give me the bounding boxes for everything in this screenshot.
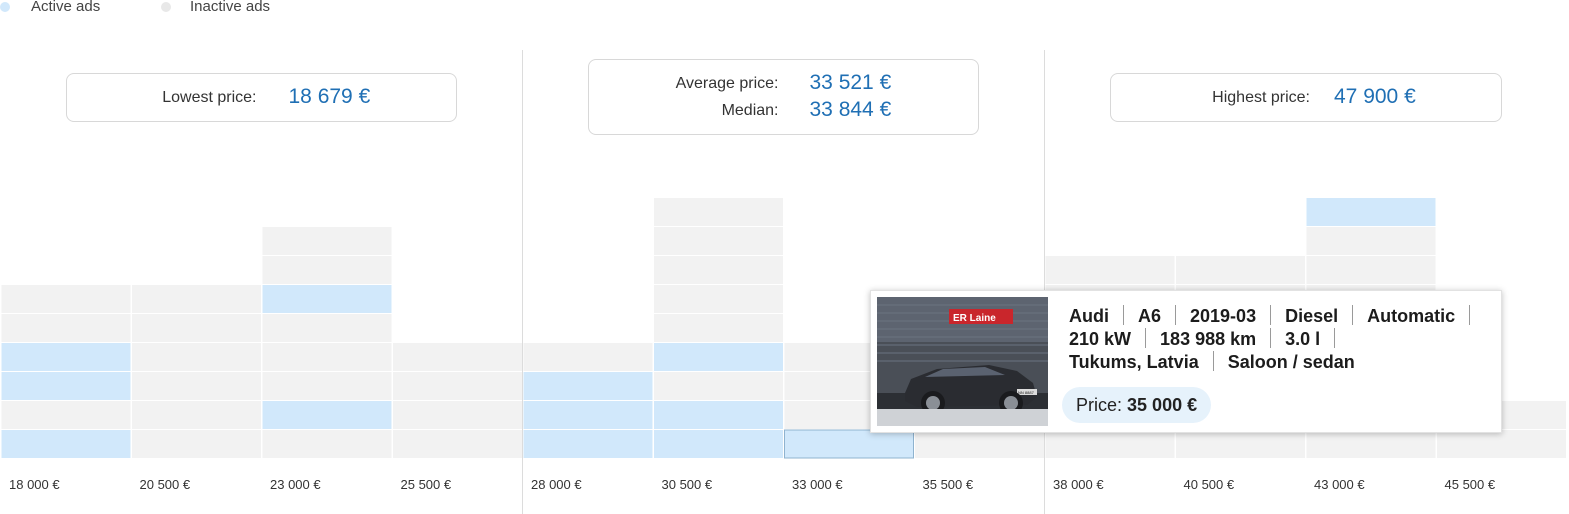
highest-price-box: Highest price: 47 900 € [1110,73,1502,122]
inactive-ad-cell[interactable] [393,372,522,400]
average-price-value: 33 521 € [809,71,892,94]
inactive-ad-cell[interactable] [1176,430,1305,458]
active-ad-cell[interactable] [1,343,131,371]
ad-price-label: Price: [1076,395,1123,415]
inactive-ad-cell[interactable] [654,227,783,255]
inactive-ad-cell[interactable] [654,285,783,313]
inactive-ad-cell[interactable] [654,372,783,400]
x-tick-label: 23 000 € [270,477,321,492]
active-ad-cell[interactable] [654,343,783,371]
inactive-ad-cell[interactable] [915,430,1044,458]
inactive-ad-cell[interactable] [132,401,261,429]
inactive-ad-cell[interactable] [132,343,261,371]
active-ad-cell[interactable] [523,430,653,458]
inactive-ad-cell[interactable] [393,343,522,371]
inactive-ad-cell[interactable] [654,256,783,284]
inactive-ad-cell[interactable] [132,285,261,313]
inactive-ad-cell[interactable] [262,256,392,284]
inactive-ad-cell[interactable] [132,430,261,458]
ad-mileage: 183 988 km [1160,329,1257,349]
ad-details-line-3: Tukums, Latvia Saloon / sedan [1069,351,1489,374]
svg-text:ER Laine: ER Laine [953,313,996,324]
inactive-ad-cell[interactable] [393,401,522,429]
x-tick-label: 25 500 € [401,477,452,492]
x-tick-label: 30 500 € [662,477,713,492]
x-tick-label: 28 000 € [531,477,582,492]
inactive-ad-cell[interactable] [1,401,131,429]
inactive-ad-cell[interactable] [262,343,392,371]
x-tick-label: 20 500 € [140,477,191,492]
inactive-ad-cell[interactable] [1,285,131,313]
ad-price-pill: Price: 35 000 € [1062,387,1212,423]
median-price-value: 33 844 € [809,98,892,121]
inactive-ad-cell[interactable] [262,314,392,342]
ad-model: A6 [1138,306,1162,326]
inactive-ad-cell[interactable] [1306,227,1436,255]
average-price-label: Average price: [675,75,779,92]
inactive-ad-cell[interactable] [262,372,392,400]
inactive-ad-cell[interactable] [132,372,261,400]
inactive-ad-cell[interactable] [262,430,392,458]
inactive-ad-cell[interactable] [132,314,261,342]
ad-preview-tooltip[interactable]: ER Laine NN 8887 Audi A6 2019-03 Diesel Auto… [870,290,1502,433]
ad-power: 210 kW [1069,329,1132,349]
x-tick-label: 33 000 € [792,477,843,492]
inactive-ad-cell[interactable] [654,314,783,342]
ad-location: Tukums, Latvia [1069,352,1199,372]
inactive-ad-cell[interactable] [1045,256,1175,284]
lowest-price-box: Lowest price: 18 679 € [66,73,457,122]
inactive-ad-cell[interactable] [1045,430,1175,458]
highest-price-label: Highest price: [1212,89,1310,106]
active-ad-cell[interactable] [262,401,392,429]
x-tick-label: 18 000 € [9,477,60,492]
x-tick-label: 35 500 € [923,477,974,492]
ad-price-value: 35 000 € [1127,395,1198,415]
x-tick-label: 40 500 € [1184,477,1235,492]
ad-details-line-2: 210 kW 183 988 km 3.0 l [1069,328,1489,351]
car-photo[interactable]: ER Laine NN 8887 [877,297,1048,426]
active-ad-cell[interactable] [1306,198,1436,226]
inactive-ad-cell[interactable] [1306,430,1436,458]
inactive-ad-cell[interactable] [1306,256,1436,284]
ad-year: 2019-03 [1190,306,1257,326]
active-ad-cell[interactable] [654,430,783,458]
ad-details: Audi A6 2019-03 Diesel Automatic 210 kW 183 9… [1069,305,1489,374]
average-price-box: Average price: 33 521 € Median: 33 844 € [588,59,979,135]
inactive-ad-cell[interactable] [523,343,653,371]
lowest-price-label: Lowest price: [162,89,257,106]
ad-details-line-1: Audi A6 2019-03 Diesel Automatic [1069,305,1489,328]
active-ad-cell[interactable] [523,372,653,400]
active-ad-cell[interactable] [654,401,783,429]
x-tick-label: 43 000 € [1314,477,1365,492]
x-tick-label: 45 500 € [1445,477,1496,492]
lowest-price-value: 18 679 € [288,85,371,108]
ad-fuel: Diesel [1285,306,1339,326]
inactive-ad-cell[interactable] [654,198,783,226]
ad-engine: 3.0 l [1285,329,1321,349]
inactive-ad-cell[interactable] [1176,256,1305,284]
svg-text:NN 8887: NN 8887 [1018,390,1035,395]
active-ad-cell[interactable] [523,401,653,429]
inactive-ad-cell[interactable] [262,227,392,255]
ad-make: Audi [1069,306,1109,326]
ad-transmission: Automatic [1367,306,1456,326]
inactive-ad-cell[interactable] [1,314,131,342]
highest-price-value: 47 900 € [1334,85,1416,108]
inactive-ad-cell[interactable] [1437,430,1566,458]
active-ad-cell[interactable] [262,285,392,313]
active-ad-cell[interactable] [1,372,131,400]
ad-body-type: Saloon / sedan [1227,352,1355,372]
active-ad-cell[interactable] [1,430,131,458]
x-tick-label: 38 000 € [1053,477,1104,492]
inactive-ad-cell[interactable] [393,430,522,458]
median-price-label: Median: [721,102,779,119]
highlighted-ad-cell[interactable] [784,429,914,459]
